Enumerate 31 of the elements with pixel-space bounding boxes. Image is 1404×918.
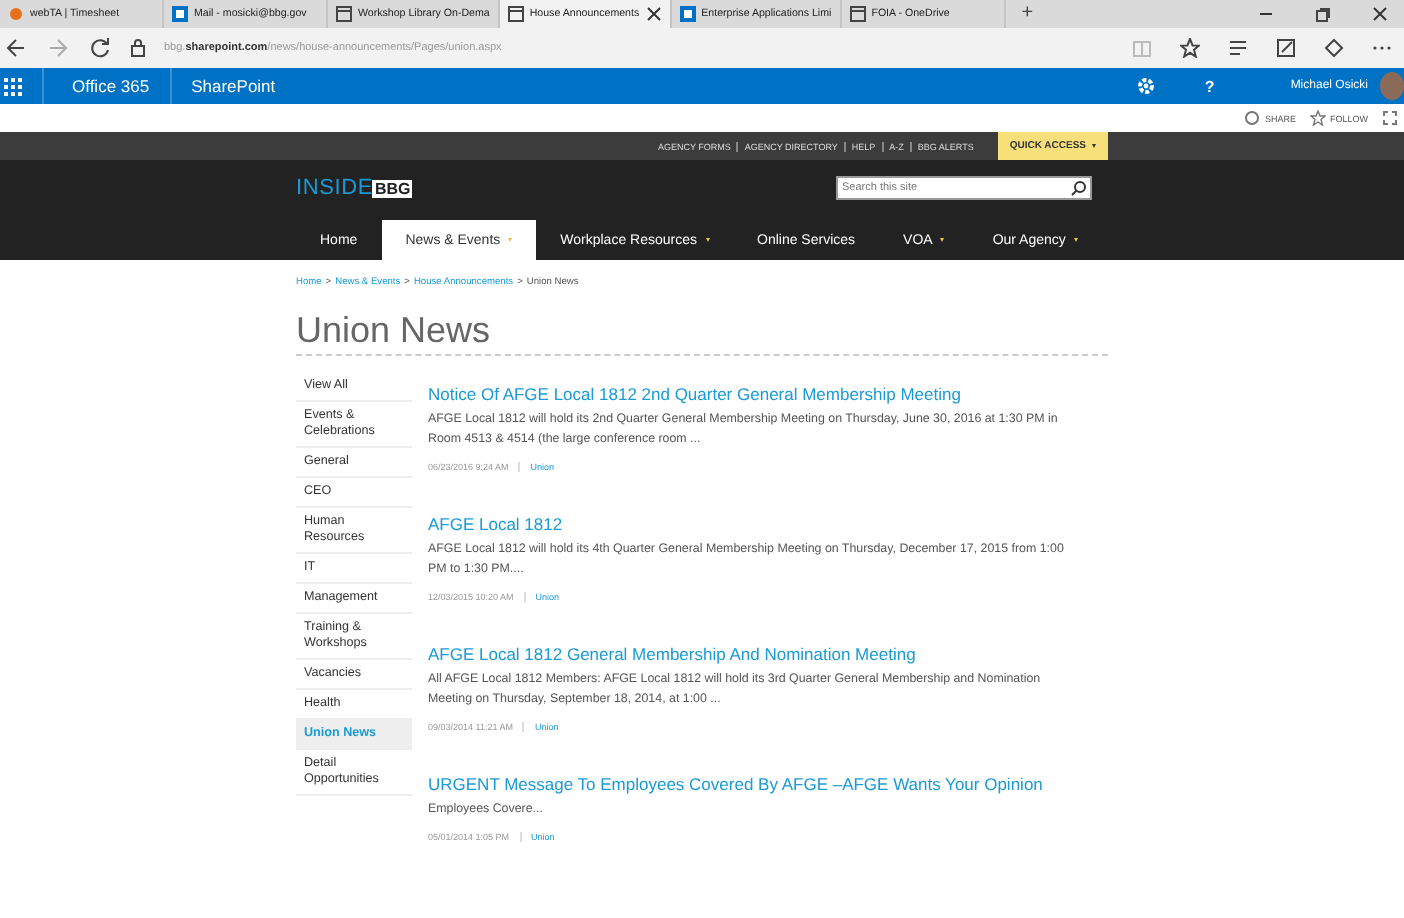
caret-icon <box>940 238 945 242</box>
star-icon[interactable] <box>1180 38 1200 58</box>
caret-icon <box>705 238 709 242</box>
page-icon <box>849 6 866 22</box>
back-icon[interactable] <box>4 36 28 60</box>
focus-icon[interactable] <box>1382 110 1398 126</box>
caret-icon <box>1073 238 1078 242</box>
logo-text[interactable]: INSIDE <box>296 176 373 200</box>
caret-icon <box>1092 144 1096 148</box>
close-icon[interactable] <box>1372 6 1388 22</box>
page-icon <box>507 6 524 22</box>
settings-icon[interactable] <box>1136 76 1157 96</box>
suite-app-name[interactable]: Office 365 <box>42 68 172 104</box>
caret-icon <box>508 238 513 242</box>
app-launcher-icon[interactable] <box>4 77 22 95</box>
page-title: Union News <box>296 310 1108 356</box>
close-icon[interactable] <box>645 6 662 22</box>
restore-icon[interactable] <box>1314 5 1332 23</box>
pen-square-icon[interactable] <box>1276 38 1296 58</box>
refresh-icon[interactable] <box>88 36 112 60</box>
logo-badge[interactable]: BBG <box>372 179 413 197</box>
mail-icon <box>172 6 188 22</box>
suite-site-name[interactable]: SharePoint <box>171 76 276 96</box>
lock-icon <box>130 38 146 58</box>
menu-lines-icon[interactable] <box>1228 38 1248 58</box>
mail-icon <box>679 6 696 22</box>
page-icon <box>336 6 352 22</box>
star-icon <box>1309 110 1326 126</box>
new-tab-button[interactable]: + <box>1005 0 1050 28</box>
help-button[interactable]: ? <box>1180 77 1239 95</box>
search-icon[interactable] <box>1070 180 1086 196</box>
